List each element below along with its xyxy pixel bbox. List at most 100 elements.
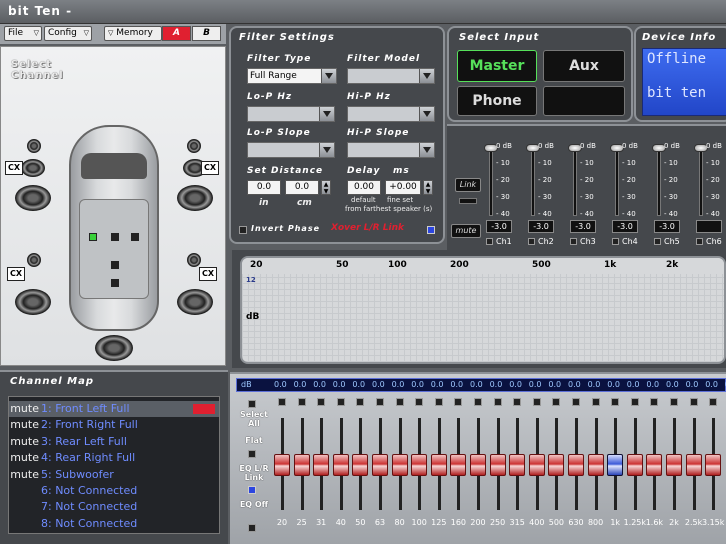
channel-mute-checkbox[interactable]	[612, 238, 619, 245]
eq-band-checkbox[interactable]	[689, 398, 698, 406]
eq-band-knob[interactable]	[509, 454, 526, 476]
fader-track[interactable]	[657, 146, 661, 216]
channel-mute-label[interactable]: mute	[9, 401, 39, 416]
eq-band-knob[interactable]	[705, 454, 722, 476]
channel-mute-checkbox[interactable]	[528, 238, 535, 245]
rear-left-woofer[interactable]	[15, 289, 51, 315]
empty-input-button[interactable]	[543, 86, 625, 116]
channel-mute-checkbox[interactable]	[654, 238, 661, 245]
rear-left-cx[interactable]: CX	[7, 267, 25, 281]
eq-band-knob[interactable]	[352, 454, 369, 476]
eq-band-knob[interactable]	[391, 454, 408, 476]
eq-band-knob[interactable]	[666, 454, 682, 476]
master-input-button[interactable]: Master	[457, 50, 537, 82]
channel-map-row[interactable]: mute 2: Front Right Full	[9, 417, 219, 433]
rear-right-woofer[interactable]	[177, 289, 213, 315]
hip-slope-select[interactable]	[347, 142, 435, 158]
eq-band-checkbox[interactable]	[336, 398, 345, 406]
hip-hz-select[interactable]	[347, 106, 435, 122]
rear-right-tweeter[interactable]	[187, 253, 201, 267]
eq-band-checkbox[interactable]	[532, 398, 541, 406]
channel-gain-value[interactable]	[696, 220, 722, 233]
invert-phase-checkbox[interactable]	[239, 226, 247, 234]
eq-band-checkbox[interactable]	[395, 398, 404, 406]
distance-cm-input[interactable]: 0.0	[285, 180, 319, 195]
channel-map-row[interactable]: 8: Not Connected	[9, 516, 219, 532]
eq-band-checkbox[interactable]	[513, 398, 522, 406]
front-left-woofer[interactable]	[15, 185, 51, 211]
config-menu[interactable]: Config ▽	[44, 26, 92, 41]
channel-map-row[interactable]: mute 5: Subwoofer	[9, 467, 219, 483]
delay-spinner[interactable]: ▲ ▼	[423, 180, 433, 195]
eq-off-checkbox[interactable]	[248, 524, 256, 532]
eq-band-knob[interactable]	[372, 454, 388, 476]
channel-mute-label[interactable]: mute	[9, 467, 39, 482]
xover-link-toggle[interactable]	[427, 226, 435, 234]
lop-hz-select[interactable]	[247, 106, 335, 122]
seat-selector-ch4[interactable]	[111, 261, 119, 269]
channel-map-row[interactable]: mute 3: Rear Left Full	[9, 434, 219, 450]
eq-band-checkbox[interactable]	[572, 398, 580, 406]
eq-band-knob[interactable]	[450, 454, 467, 476]
flat-checkbox[interactable]	[248, 450, 256, 458]
channel-mute-label[interactable]: mute	[9, 434, 39, 449]
eq-band-knob[interactable]	[430, 454, 447, 476]
fader-track[interactable]	[699, 146, 703, 216]
channel-gain-value[interactable]: -3.0	[570, 220, 596, 233]
file-menu[interactable]: File ▽	[4, 26, 42, 41]
eq-band-knob[interactable]	[568, 454, 584, 476]
filter-type-select[interactable]: Full Range	[247, 68, 337, 84]
seat-selector-ch5[interactable]	[111, 279, 119, 287]
eq-band-checkbox[interactable]	[376, 398, 384, 406]
eq-band-checkbox[interactable]	[356, 398, 365, 406]
distance-in-input[interactable]: 0.0	[247, 180, 281, 195]
channel-mute-label[interactable]: mute	[9, 450, 39, 465]
channel-gain-value[interactable]: -3.0	[528, 220, 554, 233]
eq-band-knob[interactable]	[607, 454, 624, 476]
eq-band-checkbox[interactable]	[434, 398, 443, 406]
eq-band-knob[interactable]	[470, 454, 486, 476]
eq-band-knob[interactable]	[274, 454, 290, 476]
channel-gain-value[interactable]: -3.0	[654, 220, 680, 233]
aux-input-button[interactable]: Aux	[543, 50, 625, 82]
eq-band-knob[interactable]	[685, 454, 702, 476]
eq-band-knob[interactable]	[587, 454, 604, 476]
front-right-tweeter[interactable]	[187, 139, 201, 153]
filter-model-select[interactable]	[347, 68, 435, 84]
eq-band-checkbox[interactable]	[415, 398, 424, 406]
eq-band-checkbox[interactable]	[709, 398, 718, 406]
eq-band-checkbox[interactable]	[630, 398, 639, 406]
channel-map-row[interactable]: mute 4: Rear Right Full	[9, 450, 219, 466]
rear-right-cx[interactable]: CX	[199, 267, 217, 281]
eq-band-knob[interactable]	[411, 454, 428, 476]
fader-track[interactable]	[531, 146, 535, 216]
eq-band-checkbox[interactable]	[297, 398, 306, 406]
fader-track[interactable]	[615, 146, 619, 216]
eq-band-checkbox[interactable]	[552, 398, 561, 406]
seat-selector-ch2[interactable]	[111, 233, 119, 241]
eq-band-checkbox[interactable]	[278, 398, 286, 406]
eq-band-checkbox[interactable]	[474, 398, 482, 406]
phone-input-button[interactable]: Phone	[457, 86, 537, 116]
memory-a-button[interactable]: A	[162, 26, 191, 41]
channel-mute-checkbox[interactable]	[486, 238, 493, 245]
eq-band-checkbox[interactable]	[317, 398, 326, 406]
eq-band-knob[interactable]	[528, 454, 545, 476]
fader-track[interactable]	[489, 146, 493, 216]
front-left-tweeter[interactable]	[27, 139, 41, 153]
channel-map-row[interactable]: 6: Not Connected	[9, 483, 219, 499]
eq-band-knob[interactable]	[626, 454, 643, 476]
lop-slope-select[interactable]	[247, 142, 335, 158]
eq-band-checkbox[interactable]	[493, 398, 502, 406]
eq-band-knob[interactable]	[293, 454, 310, 476]
link-button[interactable]: Link	[455, 178, 481, 192]
eq-band-checkbox[interactable]	[611, 398, 620, 406]
eq-band-checkbox[interactable]	[650, 398, 659, 406]
front-left-cx[interactable]: CX	[5, 161, 23, 175]
distance-spinner[interactable]: ▲ ▼	[321, 180, 331, 195]
eq-band-checkbox[interactable]	[591, 398, 600, 406]
seat-selector-ch1[interactable]	[89, 233, 97, 241]
front-left-mid[interactable]	[21, 159, 45, 177]
channel-map-row[interactable]: mute 1: Front Left Full	[9, 401, 219, 417]
eq-band-checkbox[interactable]	[454, 398, 463, 406]
